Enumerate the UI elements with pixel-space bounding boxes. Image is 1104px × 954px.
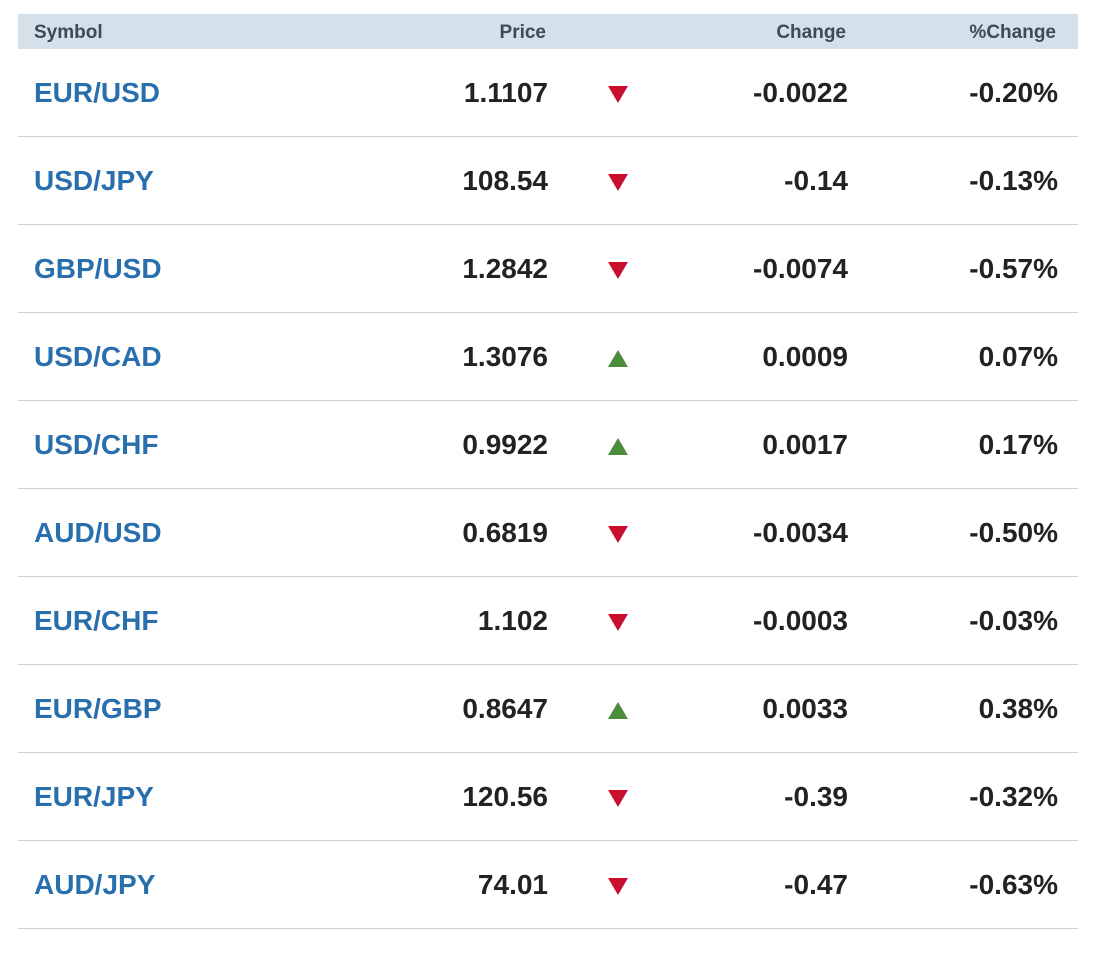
down-arrow-icon (608, 262, 628, 279)
table-row: AUD/JPY 74.01 -0.47 -0.63% (18, 841, 1078, 929)
table-row: USD/JPY 108.54 -0.14 -0.13% (18, 137, 1078, 225)
table-row: EUR/USD 1.1107 -0.0022 -0.20% (18, 49, 1078, 137)
change-value: -0.0034 (753, 517, 848, 548)
price-value: 1.2842 (462, 253, 548, 284)
down-arrow-icon (608, 790, 628, 807)
table-row: GBP/USD 1.2842 -0.0074 -0.57% (18, 225, 1078, 313)
price-value: 0.8647 (462, 693, 548, 724)
change-value: -0.47 (784, 869, 848, 900)
price-value: 74.01 (477, 869, 548, 900)
symbol-link[interactable]: EUR/JPY (34, 781, 154, 813)
change-value: 0.0017 (762, 429, 848, 460)
pct-change-value: -0.32% (969, 781, 1058, 812)
symbol-link[interactable]: USD/CHF (34, 429, 158, 461)
price-value: 1.3076 (462, 341, 548, 372)
price-value: 108.54 (462, 165, 548, 196)
price-value: 0.9922 (462, 429, 548, 460)
price-value: 1.1107 (463, 77, 548, 108)
price-value: 0.6819 (462, 517, 548, 548)
header-change[interactable]: Change (776, 22, 846, 44)
pct-change-value: -0.03% (969, 605, 1058, 636)
header-price[interactable]: Price (500, 22, 546, 44)
symbol-link[interactable]: EUR/GBP (34, 693, 162, 725)
pct-change-value: -0.63% (969, 869, 1058, 900)
table-row: USD/CAD 1.3076 0.0009 0.07% (18, 313, 1078, 401)
change-value: 0.0009 (762, 341, 848, 372)
change-value: -0.0022 (753, 77, 848, 108)
table-row: EUR/GBP 0.8647 0.0033 0.38% (18, 665, 1078, 753)
down-arrow-icon (608, 878, 628, 895)
pct-change-value: -0.13% (969, 165, 1058, 196)
up-arrow-icon (608, 438, 628, 455)
pct-change-value: -0.57% (969, 253, 1058, 284)
symbol-link[interactable]: USD/CAD (34, 341, 162, 373)
pct-change-value: 0.17% (978, 429, 1058, 460)
change-value: -0.0003 (753, 605, 848, 636)
change-value: -0.14 (784, 165, 848, 196)
change-value: 0.0033 (762, 693, 848, 724)
symbol-link[interactable]: AUD/JPY (34, 869, 155, 901)
header-symbol[interactable]: Symbol (34, 22, 103, 44)
down-arrow-icon (608, 614, 628, 631)
pct-change-value: -0.20% (969, 77, 1058, 108)
up-arrow-icon (608, 350, 628, 367)
forex-quotes-table: Symbol Price Change %Change EUR/USD 1.11… (18, 14, 1078, 929)
header-pct-change[interactable]: %Change (969, 22, 1056, 44)
pct-change-value: -0.50% (969, 517, 1058, 548)
table-header: Symbol Price Change %Change (18, 14, 1078, 49)
price-value: 120.56 (462, 781, 548, 812)
down-arrow-icon (608, 86, 628, 103)
symbol-link[interactable]: GBP/USD (34, 253, 162, 285)
symbol-link[interactable]: USD/JPY (34, 165, 154, 197)
symbol-link[interactable]: AUD/USD (34, 517, 162, 549)
pct-change-value: 0.07% (978, 341, 1058, 372)
pct-change-value: 0.38% (978, 693, 1058, 724)
table-row: EUR/JPY 120.56 -0.39 -0.32% (18, 753, 1078, 841)
symbol-link[interactable]: EUR/USD (34, 77, 160, 109)
up-arrow-icon (608, 702, 628, 719)
change-value: -0.0074 (753, 253, 848, 284)
symbol-link[interactable]: EUR/CHF (34, 605, 158, 637)
down-arrow-icon (608, 174, 628, 191)
down-arrow-icon (608, 526, 628, 543)
table-row: AUD/USD 0.6819 -0.0034 -0.50% (18, 489, 1078, 577)
change-value: -0.39 (784, 781, 848, 812)
table-row: EUR/CHF 1.102 -0.0003 -0.03% (18, 577, 1078, 665)
price-value: 1.102 (477, 605, 548, 636)
table-row: USD/CHF 0.9922 0.0017 0.17% (18, 401, 1078, 489)
